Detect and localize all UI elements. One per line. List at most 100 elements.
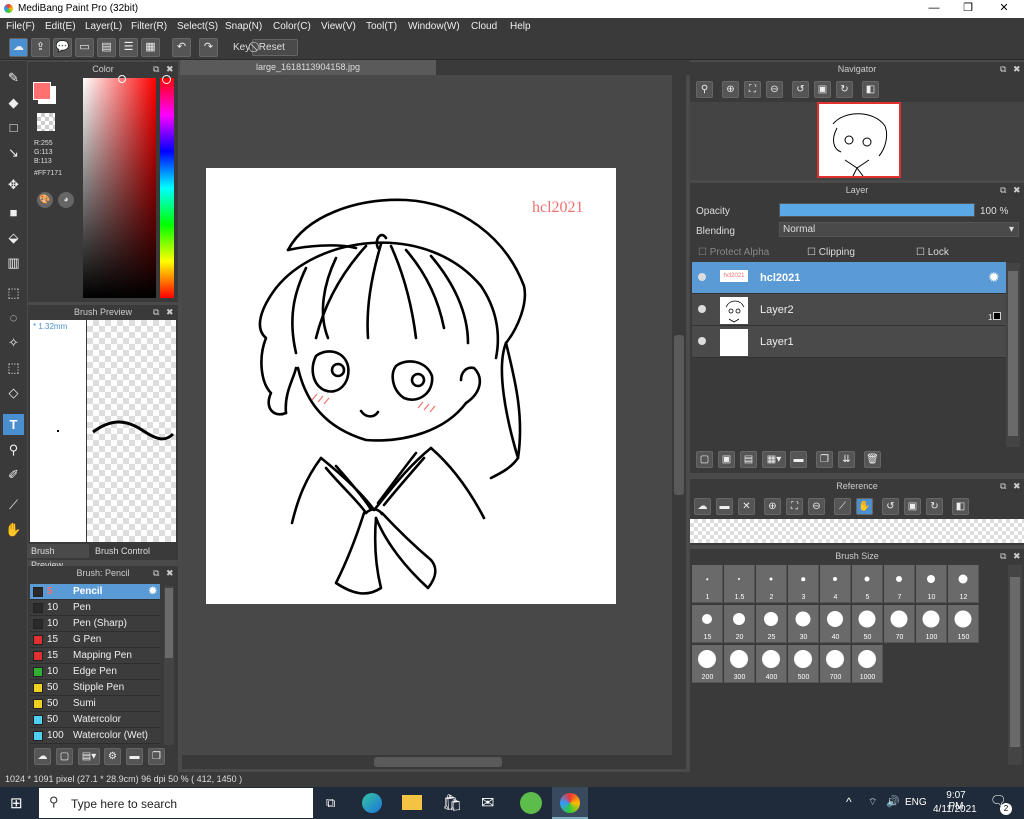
brush-size-option[interactable]: 5	[852, 565, 883, 603]
page-icon[interactable]: ▤	[97, 38, 116, 57]
gear-icon[interactable]: ✹	[149, 584, 157, 599]
brush-size-option[interactable]: 500	[788, 645, 819, 683]
zoom-in-icon[interactable]: ⊕	[722, 81, 739, 98]
layer-name[interactable]: hcl2021	[760, 272, 800, 284]
palette-add-icon[interactable]: ◕	[58, 192, 74, 208]
eye-icon[interactable]	[698, 337, 706, 345]
brush-size-option[interactable]: 1000	[852, 645, 883, 683]
close-icon[interactable]: ✖	[1013, 549, 1021, 563]
opacity-slider[interactable]	[779, 203, 975, 217]
fill-rect-tool-icon[interactable]: ■	[3, 202, 24, 223]
cloud-icon[interactable]: ☁	[694, 498, 711, 515]
layer-scrollbar[interactable]	[1006, 263, 1020, 447]
palette-icon[interactable]: 🎨	[37, 192, 53, 208]
brush-size-option[interactable]: 400	[756, 645, 787, 683]
hand-icon[interactable]: ✋	[856, 498, 873, 515]
fit-icon[interactable]: ⛶	[744, 81, 761, 98]
fit-window-icon[interactable]: ▣	[814, 81, 831, 98]
select-eraser-tool-icon[interactable]: ◇	[3, 382, 24, 403]
speech-bubble-icon[interactable]: 💬	[53, 38, 72, 57]
close-reference-icon[interactable]: ✕	[738, 498, 755, 515]
hue-slider[interactable]	[160, 78, 174, 298]
canvas-tab[interactable]: large_1618113904158.jpg	[180, 60, 436, 75]
close-icon[interactable]: ✖	[166, 62, 174, 76]
eye-icon[interactable]	[698, 273, 706, 281]
lock-checkbox[interactable]: ☐ Lock	[916, 247, 949, 258]
gear-icon[interactable]: ✹	[988, 269, 1000, 286]
menu-file[interactable]: File(F)	[6, 21, 35, 32]
rotate-right-icon[interactable]: ↻	[926, 498, 943, 515]
open-folder-icon[interactable]: ▬	[716, 498, 733, 515]
undock-icon[interactable]: ⧉	[1000, 62, 1006, 76]
brush-settings-icon[interactable]: ⚙	[104, 748, 121, 765]
task-view-icon[interactable]: ⧉	[326, 795, 335, 811]
network-icon[interactable]: ⌔	[868, 796, 877, 809]
rotate-left-icon[interactable]: ↺	[792, 81, 809, 98]
undock-icon[interactable]: ⧉	[153, 62, 159, 76]
eraser-tool-icon[interactable]: ◆	[3, 92, 24, 113]
close-icon[interactable]: ✖	[1013, 479, 1021, 493]
eye-icon[interactable]	[698, 305, 706, 313]
fit-window-icon[interactable]: ▣	[904, 498, 921, 515]
brush-size-option[interactable]: 4	[820, 565, 851, 603]
brush-list-item[interactable]: 15 G Pen	[30, 632, 160, 648]
saturation-value-picker[interactable]	[83, 78, 156, 298]
list-icon[interactable]: ☰	[119, 38, 138, 57]
divide-tool-icon[interactable]: ✐	[3, 464, 24, 485]
canvas-vscroll[interactable]	[672, 75, 686, 755]
brush-list-item[interactable]: 10 Edge Pen	[30, 664, 160, 680]
zoom-out-icon[interactable]: ⊖	[766, 81, 783, 98]
text-tool-icon[interactable]: T	[3, 414, 24, 435]
minimize-button[interactable]: —	[916, 0, 952, 18]
layer-name[interactable]: Layer2	[760, 304, 794, 316]
new-brush-icon[interactable]: ▢	[56, 748, 73, 765]
undock-icon[interactable]: ⧉	[1000, 479, 1006, 493]
new-8bit-layer-icon[interactable]: ▤	[740, 451, 757, 468]
menu-filter[interactable]: Filter(R)	[131, 21, 167, 32]
reference-image-area[interactable]	[690, 519, 1024, 543]
clock-date[interactable]: 4/11/2021	[933, 804, 977, 815]
menu-window[interactable]: Window(W)	[408, 21, 460, 32]
brush-size-option[interactable]: 200	[692, 645, 723, 683]
export-icon[interactable]: ⇪	[31, 38, 50, 57]
rotate-right-icon[interactable]: ↻	[836, 81, 853, 98]
layer-row[interactable]: hcl2021 hcl2021 ✹	[692, 262, 1006, 294]
redo-icon[interactable]: ↷	[199, 38, 218, 57]
blending-select[interactable]: Normal ▾	[779, 222, 1019, 237]
menu-layer[interactable]: Layer(L)	[85, 21, 122, 32]
taskbar-search[interactable]: ⚲ Type here to search	[39, 788, 313, 818]
brush-size-option[interactable]: 1	[692, 565, 723, 603]
undock-icon[interactable]: ⧉	[153, 305, 159, 319]
clipping-checkbox[interactable]: ☐ Clipping	[807, 247, 855, 258]
edge-browser-icon[interactable]	[362, 793, 382, 813]
brush-size-option[interactable]: 1.5	[724, 565, 755, 603]
eyedropper-icon[interactable]: ⟋	[834, 498, 851, 515]
brush-size-option[interactable]: 150	[948, 605, 979, 643]
brush-size-scrollbar[interactable]	[1008, 565, 1022, 765]
undo-icon[interactable]: ↶	[172, 38, 191, 57]
tab-brush-control[interactable]: Brush Control	[91, 544, 153, 558]
tab-brush-preview[interactable]: Brush Preview	[28, 544, 89, 570]
menu-color[interactable]: Color(C)	[273, 21, 311, 32]
layer-row[interactable]: Layer1	[692, 326, 1006, 358]
flip-icon[interactable]: ◧	[862, 81, 879, 98]
zoom-icon[interactable]: ⚲	[696, 81, 713, 98]
windows-start-icon[interactable]: ⊞	[10, 794, 23, 812]
brush-list-item[interactable]: 50 Sumi	[30, 696, 160, 712]
brush-size-option[interactable]: 70	[884, 605, 915, 643]
brush-tool-icon[interactable]: ✎	[3, 67, 24, 88]
chevron-up-icon[interactable]: ^	[846, 795, 852, 809]
lasso-tool-icon[interactable]: ◌	[3, 307, 24, 328]
rotate-left-icon[interactable]: ↺	[882, 498, 899, 515]
magic-wand-tool-icon[interactable]: ✧	[3, 332, 24, 353]
brush-size-option[interactable]: 30	[788, 605, 819, 643]
new-layer-icon[interactable]: ▢	[696, 451, 713, 468]
pages-icon[interactable]: ▦	[141, 38, 160, 57]
brush-size-option[interactable]: 10	[916, 565, 947, 603]
brush-folder-icon[interactable]: ▬	[126, 748, 143, 765]
select-rect-tool-icon[interactable]: ⬚	[3, 282, 24, 303]
merge-layer-icon[interactable]: ⇊	[838, 451, 855, 468]
menu-select[interactable]: Select(S)	[177, 21, 218, 32]
transparent-color-icon[interactable]	[37, 113, 55, 131]
brush-list-item[interactable]: 10 Pen	[30, 600, 160, 616]
